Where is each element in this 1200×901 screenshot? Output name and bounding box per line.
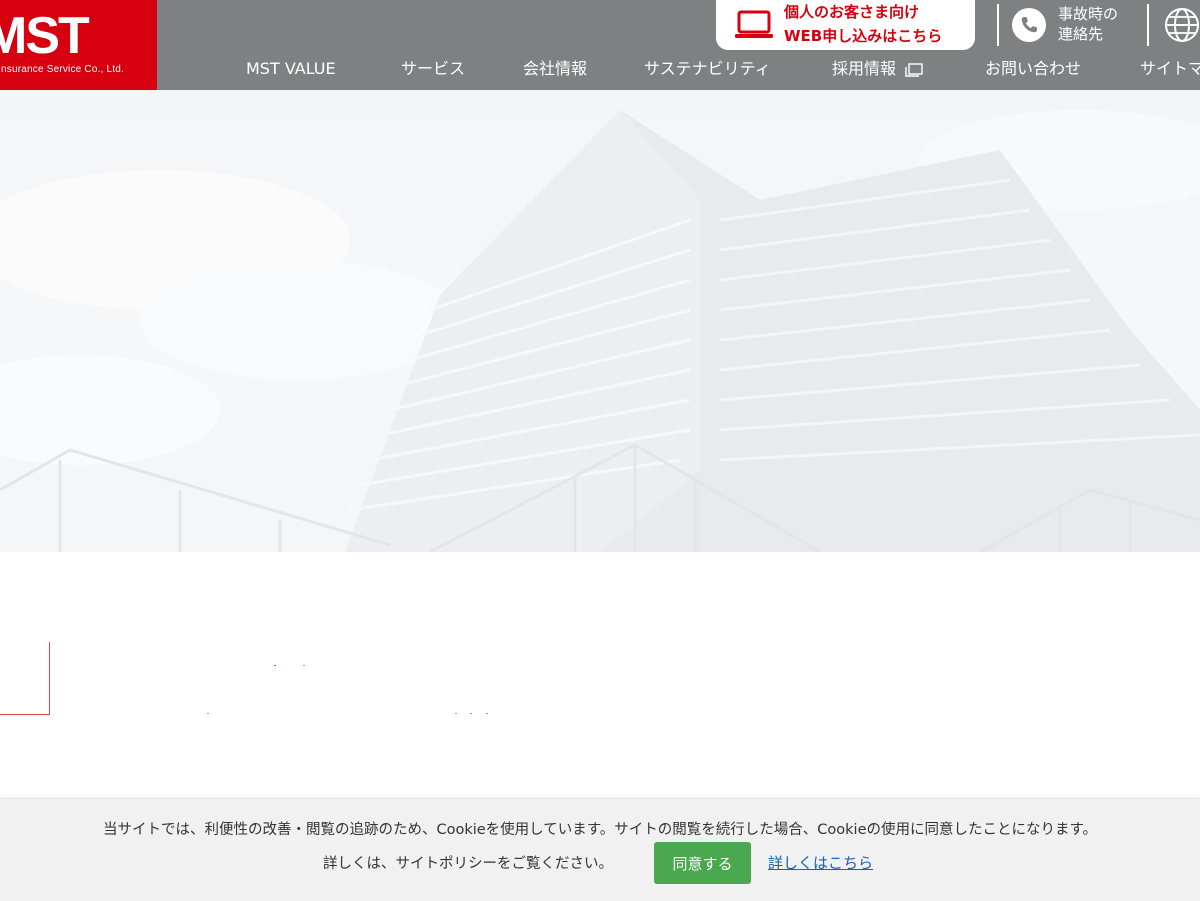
nav-item-label: サステナビリティ (644, 59, 771, 78)
accident-line1: 事故時の (1058, 5, 1119, 23)
nav-item-label: お問い合わせ (985, 59, 1082, 78)
nav-item-services[interactable]: サービス (401, 57, 465, 81)
cookie-message: 当サイトでは、利便性の改善・閲覧の追跡のため、Cookieを使用しています。サイ… (102, 822, 1098, 838)
decorative-dot (470, 713, 472, 714)
web-apply-button[interactable]: 個人のお客さま向け WEB申し込みはこちら (716, 0, 975, 50)
header-divider (1147, 4, 1149, 46)
nav-item-sustainability[interactable]: サステナビリティ (644, 57, 771, 81)
nav-item-label: サービス (401, 59, 466, 78)
cookie-details-link[interactable]: 詳しくはこちら (768, 852, 873, 873)
decorative-dot (455, 713, 457, 714)
nav-item-mst-value[interactable]: MST VALUE (246, 57, 336, 81)
cookie-consent-bar: 当サイトでは、利便性の改善・閲覧の追跡のため、Cookieを使用しています。サイ… (0, 798, 1200, 901)
web-apply-line1: 個人のお客さま向け (784, 3, 920, 21)
hero-image (0, 90, 1200, 552)
decorative-dot (207, 713, 209, 714)
nav-item-company-info[interactable]: 会社情報 (523, 57, 587, 81)
nav-item-label: 会社情報 (523, 59, 588, 78)
laptop-icon (735, 10, 773, 38)
site-header: MST Insurance Service Co., Ltd. 個人のお客さま向… (0, 0, 1200, 90)
web-apply-line2: WEB申し込みはこちら (784, 27, 943, 45)
decorative-dot (303, 665, 305, 666)
header-divider (997, 4, 999, 46)
cookie-policy-text: 詳しくは、サイトポリシーをご覧ください。 (323, 856, 613, 872)
decorative-dot (486, 713, 488, 714)
cookie-agree-button[interactable]: 同意する (654, 842, 751, 884)
accident-contact-label: 事故時の 連絡先 (1058, 4, 1118, 44)
external-window-icon (905, 62, 923, 77)
phone-icon (1012, 8, 1046, 42)
nav-item-recruit[interactable]: 採用情報 (832, 57, 923, 81)
nav-item-label: MST VALUE (246, 59, 336, 78)
decorative-dot (274, 665, 276, 666)
hero-building-illustration (0, 110, 1200, 552)
section-accent-frame (0, 642, 50, 715)
accident-contact-button[interactable]: 事故時の 連絡先 (1012, 2, 1140, 48)
nav-item-contact[interactable]: お問い合わせ (985, 57, 1081, 81)
main-nav: MST VALUE サービス 会社情報 サステナビリティ 採用情報 お問い合わせ… (0, 57, 1200, 83)
globe-icon[interactable] (1163, 6, 1200, 44)
nav-item-label: サイトマ (1140, 59, 1200, 78)
nav-item-label: 採用情報 (832, 59, 897, 78)
nav-item-sitemap[interactable]: サイトマ (1140, 57, 1200, 81)
accident-line2: 連絡先 (1058, 25, 1104, 43)
